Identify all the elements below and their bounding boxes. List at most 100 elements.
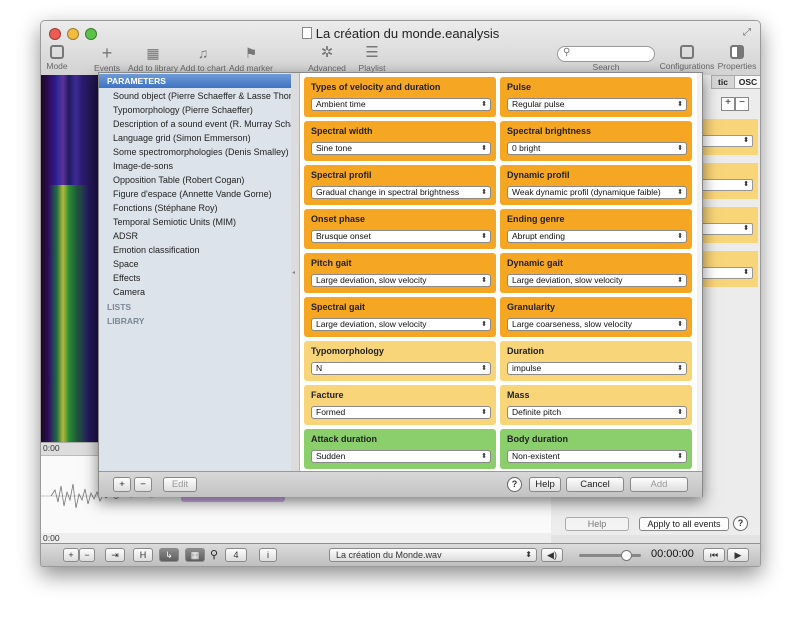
snap-icon[interactable]: ↳ <box>159 548 179 562</box>
parameter-label: Spectral profil <box>311 170 372 180</box>
library-item[interactable]: Camera <box>113 286 145 298</box>
parameter-dropdown[interactable]: Large coarseness, slow velocity ⬍ <box>507 318 687 331</box>
configurations-button[interactable]: Configurations <box>659 45 715 71</box>
parameter-dropdown[interactable]: Weak dynamic profil (dynamique faible) ⬍ <box>507 186 687 199</box>
properties-button[interactable]: Properties <box>717 45 757 71</box>
rewind-icon[interactable]: ⏮ <box>703 548 725 562</box>
library-item[interactable]: Temporal Semiotic Units (MIM) <box>113 216 236 228</box>
mode-button[interactable]: Mode <box>43 45 71 71</box>
h-icon[interactable]: H <box>133 548 153 562</box>
parameter-dropdown[interactable]: Large deviation, slow velocity ⬍ <box>311 274 491 287</box>
parameter-card: Spectral brightness 0 bright ⬍ <box>500 121 692 161</box>
fullscreen-icon[interactable]: ⤢ <box>743 27 751 38</box>
add-property-button[interactable]: + <box>721 97 735 111</box>
library-item[interactable]: Image-de-sons <box>113 160 173 172</box>
parameter-dropdown[interactable]: Formed ⬍ <box>311 406 491 419</box>
library-item[interactable]: Description of a sound event (R. Murray … <box>113 118 309 130</box>
tab-osc[interactable]: OSC <box>734 75 760 89</box>
parameter-dropdown[interactable]: Sudden ⬍ <box>311 450 491 463</box>
library-item[interactable]: Space <box>113 258 139 270</box>
parameter-card: Body duration Non-existent ⬍ <box>500 429 692 469</box>
dropdown-arrows-icon: ⬍ <box>677 453 683 460</box>
remove-track-button[interactable]: − <box>79 548 95 562</box>
parameter-card: Spectral width Sine tone ⬍ <box>304 121 496 161</box>
add-button[interactable]: Add <box>630 477 688 492</box>
library-item[interactable]: Some spectromorphologies (Denis Smalley) <box>113 146 289 158</box>
dropdown-arrows-icon: ⬍ <box>481 365 487 372</box>
parameter-card: Mass Definite pitch ⬍ <box>500 385 692 425</box>
library-sidebar: PARAMETERS Sound object (Pierre Schaeffe… <box>99 73 314 471</box>
library-item[interactable]: Typomorphology (Pierre Schaeffer) <box>113 104 253 116</box>
library-item[interactable]: Fonctions (Stéphane Roy) <box>113 202 218 214</box>
library-item[interactable]: Sound object (Pierre Schaeffer & Lasse T… <box>113 90 314 102</box>
parameter-dropdown[interactable]: Gradual change in spectral brightness ⬍ <box>311 186 491 199</box>
parameter-dropdown[interactable]: Sine tone ⬍ <box>311 142 491 155</box>
add-to-chart-button[interactable]: ♫ Add to chart <box>179 45 227 73</box>
grid-icon[interactable]: ▦ <box>185 548 205 562</box>
parameter-dropdown[interactable]: Definite pitch ⬍ <box>507 406 687 419</box>
parameter-card: Spectral profil Gradual change in spectr… <box>304 165 496 205</box>
chart-note-icon: ♫ <box>197 45 209 61</box>
volume-slider[interactable] <box>579 550 641 561</box>
remove-parameter-button[interactable]: − <box>134 477 152 492</box>
parameter-dropdown[interactable]: Non-existent ⬍ <box>507 450 687 463</box>
library-item[interactable]: Language grid (Simon Emmerson) <box>113 132 251 144</box>
cancel-button[interactable]: Cancel <box>566 477 624 492</box>
volume-slider-thumb[interactable] <box>621 550 632 561</box>
search-label: Search <box>592 62 620 72</box>
library-item[interactable]: ADSR <box>113 230 138 242</box>
events-button[interactable]: + Events <box>93 44 121 73</box>
sheet-button-bar: + − Edit ? Help Cancel Add <box>99 471 702 497</box>
parameter-dropdown[interactable]: Large deviation, slow velocity ⬍ <box>507 274 687 287</box>
tab-partial[interactable]: tic <box>711 75 735 89</box>
add-to-library-button[interactable]: ▦ Add to library <box>125 45 181 73</box>
parameter-dropdown[interactable]: Regular pulse ⬍ <box>507 98 687 111</box>
dropdown-arrows-icon: ⬍ <box>677 277 683 284</box>
edit-button[interactable]: Edit <box>163 477 197 492</box>
split-view-handle[interactable]: ◂ <box>291 73 300 471</box>
play-icon[interactable]: ▶ <box>727 548 749 562</box>
library-item[interactable]: Effects <box>113 272 140 284</box>
dropdown-arrows-icon: ⬍ <box>481 189 487 196</box>
zoom-icon[interactable]: ⚲ <box>210 548 218 561</box>
search-input[interactable]: ⚲ <box>557 46 655 62</box>
parameter-dropdown[interactable]: 0 bright ⬍ <box>507 142 687 155</box>
parameter-label: Body duration <box>507 434 568 444</box>
add-parameter-button[interactable]: + <box>113 477 131 492</box>
help-icon[interactable]: ? <box>507 477 522 492</box>
library-grid-icon: ▦ <box>146 45 160 61</box>
jump-icon[interactable]: ⇥ <box>105 548 125 562</box>
parameter-dropdown[interactable]: Ambient time ⬍ <box>311 98 491 111</box>
help-icon-secondary[interactable]: ? <box>733 516 748 531</box>
help-button-secondary[interactable]: Help <box>565 517 629 531</box>
info-button[interactable]: i <box>259 548 277 562</box>
library-item[interactable]: Emotion classification <box>113 244 200 256</box>
parameter-label: Mass <box>507 390 530 400</box>
lists-header[interactable]: LISTS <box>99 300 291 314</box>
apply-to-all-events-button[interactable]: Apply to all events <box>639 517 729 531</box>
add-track-button[interactable]: + <box>63 548 79 562</box>
parameter-dropdown[interactable]: impulse ⬍ <box>507 362 687 375</box>
zoom-value-field[interactable]: 4 <box>225 548 247 562</box>
parameters-header[interactable]: PARAMETERS <box>99 74 291 88</box>
playlist-button[interactable]: ☰ Playlist <box>355 45 389 74</box>
parameter-dropdown[interactable]: Brusque onset ⬍ <box>311 230 491 243</box>
parameter-card: Pulse Regular pulse ⬍ <box>500 77 692 117</box>
help-button[interactable]: Help <box>529 477 561 492</box>
parameter-dropdown[interactable]: Large deviation, slow velocity ⬍ <box>311 318 491 331</box>
remove-property-button[interactable]: − <box>735 97 749 111</box>
sonogram-view[interactable] <box>41 75 99 462</box>
library-item[interactable]: Figure d'espace (Annette Vande Gorne) <box>113 188 272 200</box>
library-header[interactable]: LIBRARY <box>99 314 291 328</box>
parameter-label: Spectral width <box>311 126 373 136</box>
add-marker-button[interactable]: ⚑ Add marker <box>229 45 273 73</box>
parameter-dropdown[interactable]: Abrupt ending ⬍ <box>507 230 687 243</box>
document-icon <box>301 27 312 39</box>
audio-file-select[interactable]: La création du Monde.wav ⬍ <box>329 548 537 562</box>
parameter-label: Facture <box>311 390 344 400</box>
volume-icon[interactable]: ◀) <box>541 548 563 562</box>
library-item[interactable]: Opposition Table (Robert Cogan) <box>113 174 244 186</box>
dropdown-arrows-icon: ⬍ <box>481 101 487 108</box>
parameter-dropdown[interactable]: N ⬍ <box>311 362 491 375</box>
mode-icon <box>50 45 64 59</box>
